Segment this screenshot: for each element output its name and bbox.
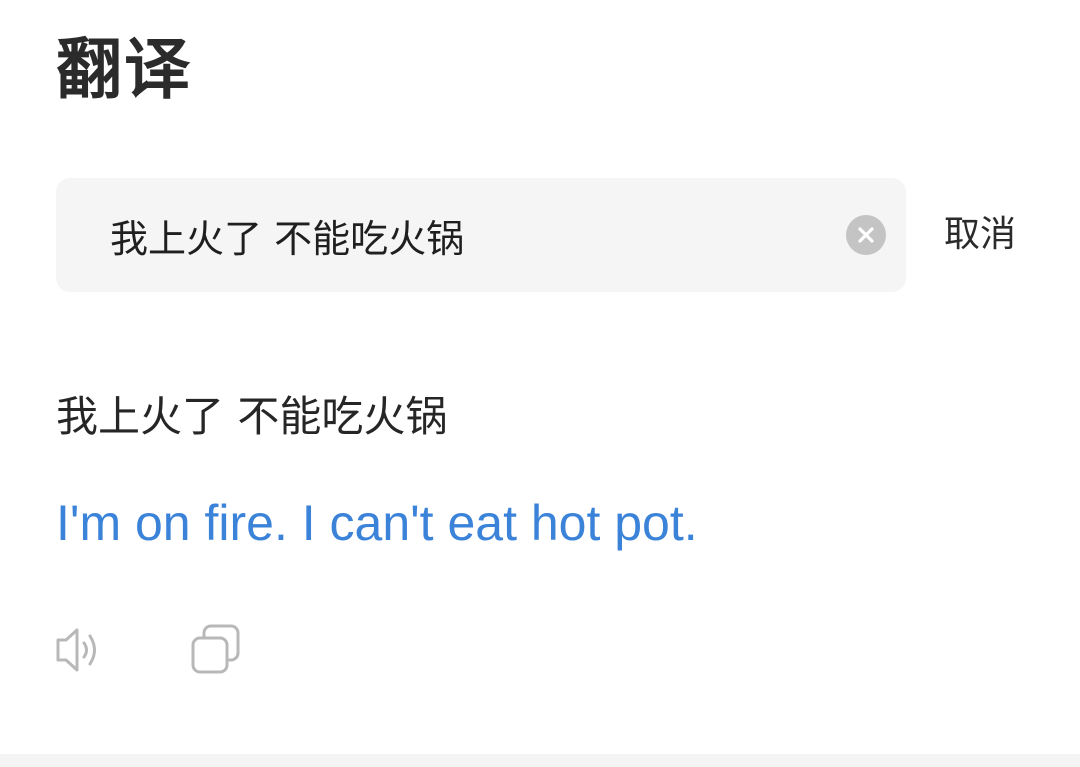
speak-button[interactable] [52,620,112,680]
cancel-button[interactable]: 取消 [944,210,1016,260]
clear-circle-icon [858,227,874,243]
page-title: 翻译 [56,31,192,108]
translation-text: I'm on fire. I can't eat hot pot. [56,495,698,551]
copy-icon [191,624,240,674]
search-input[interactable] [110,178,810,292]
clear-button[interactable] [846,215,886,255]
search-bar [56,178,906,292]
bottom-divider [0,754,1080,767]
copy-button[interactable] [186,620,246,680]
source-text: 我上火了 不能吃火锅 [56,392,448,441]
speaker-icon [56,628,96,672]
